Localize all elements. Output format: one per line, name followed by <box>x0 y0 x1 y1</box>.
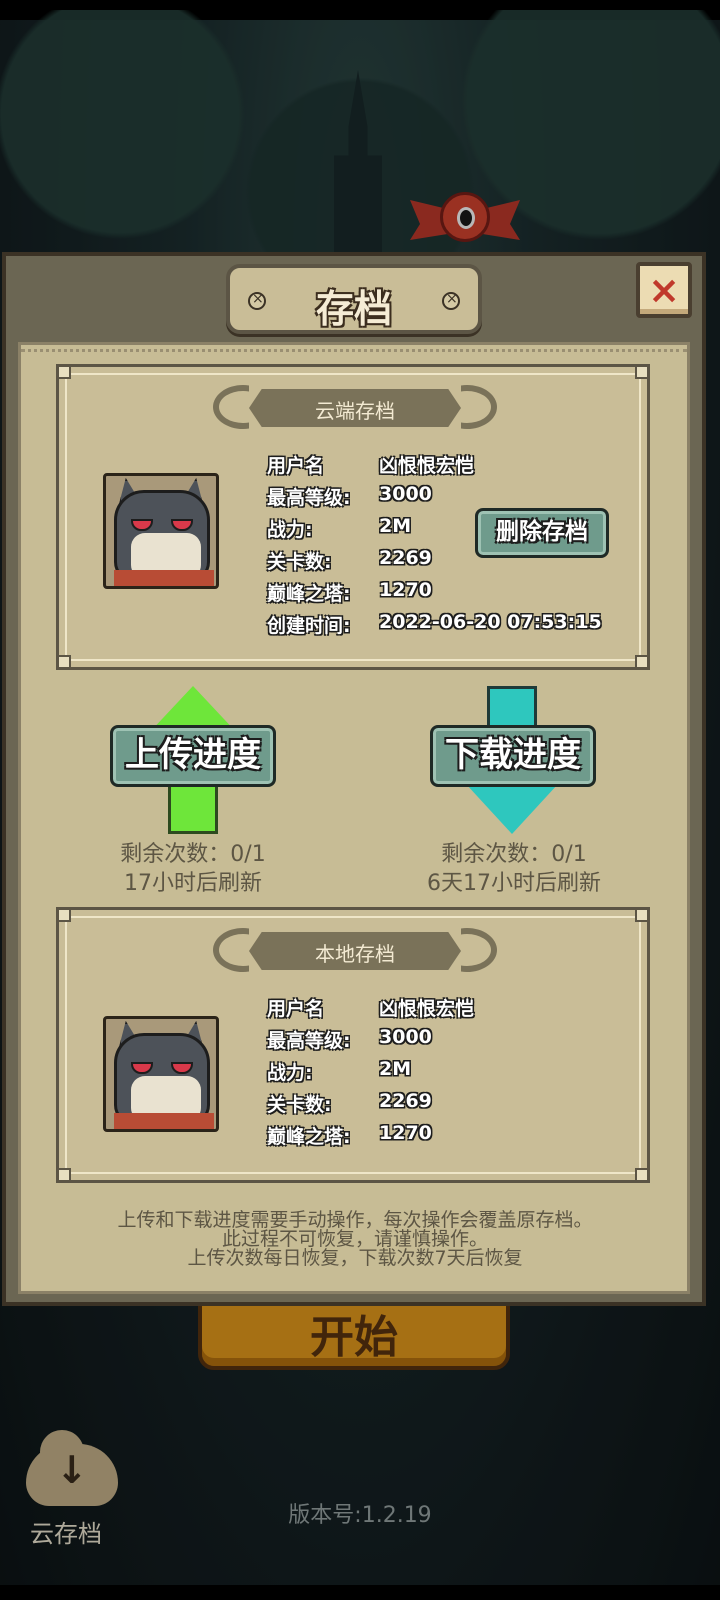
cloud-save-header: 云端存档 <box>213 383 497 431</box>
local-save-avatar <box>103 1016 219 1132</box>
dialog-title-plate: 存档 <box>226 264 482 334</box>
dialog-title: 存档 <box>315 287 392 331</box>
local-save-title: 本地存档 <box>315 942 395 966</box>
upload-progress-button[interactable]: 上传进度 <box>110 725 276 787</box>
local-save-header: 本地存档 <box>213 926 497 974</box>
screw-icon <box>442 291 460 310</box>
local-save-card: 本地存档 用户名 凶恨恨宏恺 最高等级: 3000 战力: 2M 关卡数: 22… <box>56 907 650 1183</box>
notice-line: 上传次数每日恢复，下载次数7天后恢复 <box>187 1247 523 1269</box>
close-icon: × <box>648 268 680 312</box>
save-notice: 上传和下载进度需要手动操作，每次操作会覆盖原存档。 此过程不可恢复，请谨慎操作。… <box>60 1211 650 1268</box>
delete-save-button[interactable]: 删除存档 <box>475 508 609 558</box>
upload-remaining: 剩余次数：0/1 <box>120 842 266 867</box>
upload-refresh: 17小时后刷新 <box>124 871 262 896</box>
cloud-save-avatar <box>103 473 219 589</box>
download-refresh: 6天17小时后刷新 <box>427 871 601 896</box>
download-progress-button[interactable]: 下载进度 <box>430 725 596 787</box>
download-counter: 剩余次数：0/1 6天17小时后刷新 <box>404 840 624 898</box>
download-remaining: 剩余次数：0/1 <box>441 842 587 867</box>
cloud-save-card: 云端存档 用户名 凶恨恨宏恺 最高等级: 3000 战力: 2M 关卡数: 22… <box>56 364 650 670</box>
close-button[interactable]: × <box>636 262 692 318</box>
local-save-info: 用户名 凶恨恨宏恺 最高等级: 3000 战力: 2M 关卡数: 2269 巅峰… <box>267 998 475 1148</box>
upload-counter: 剩余次数：0/1 17小时后刷新 <box>93 840 293 898</box>
game-screen: 开始 ↓ 云存档 版本号:1.2.19 存档 × 云端存档 <box>0 0 720 1600</box>
cloud-save-title: 云端存档 <box>315 399 395 423</box>
